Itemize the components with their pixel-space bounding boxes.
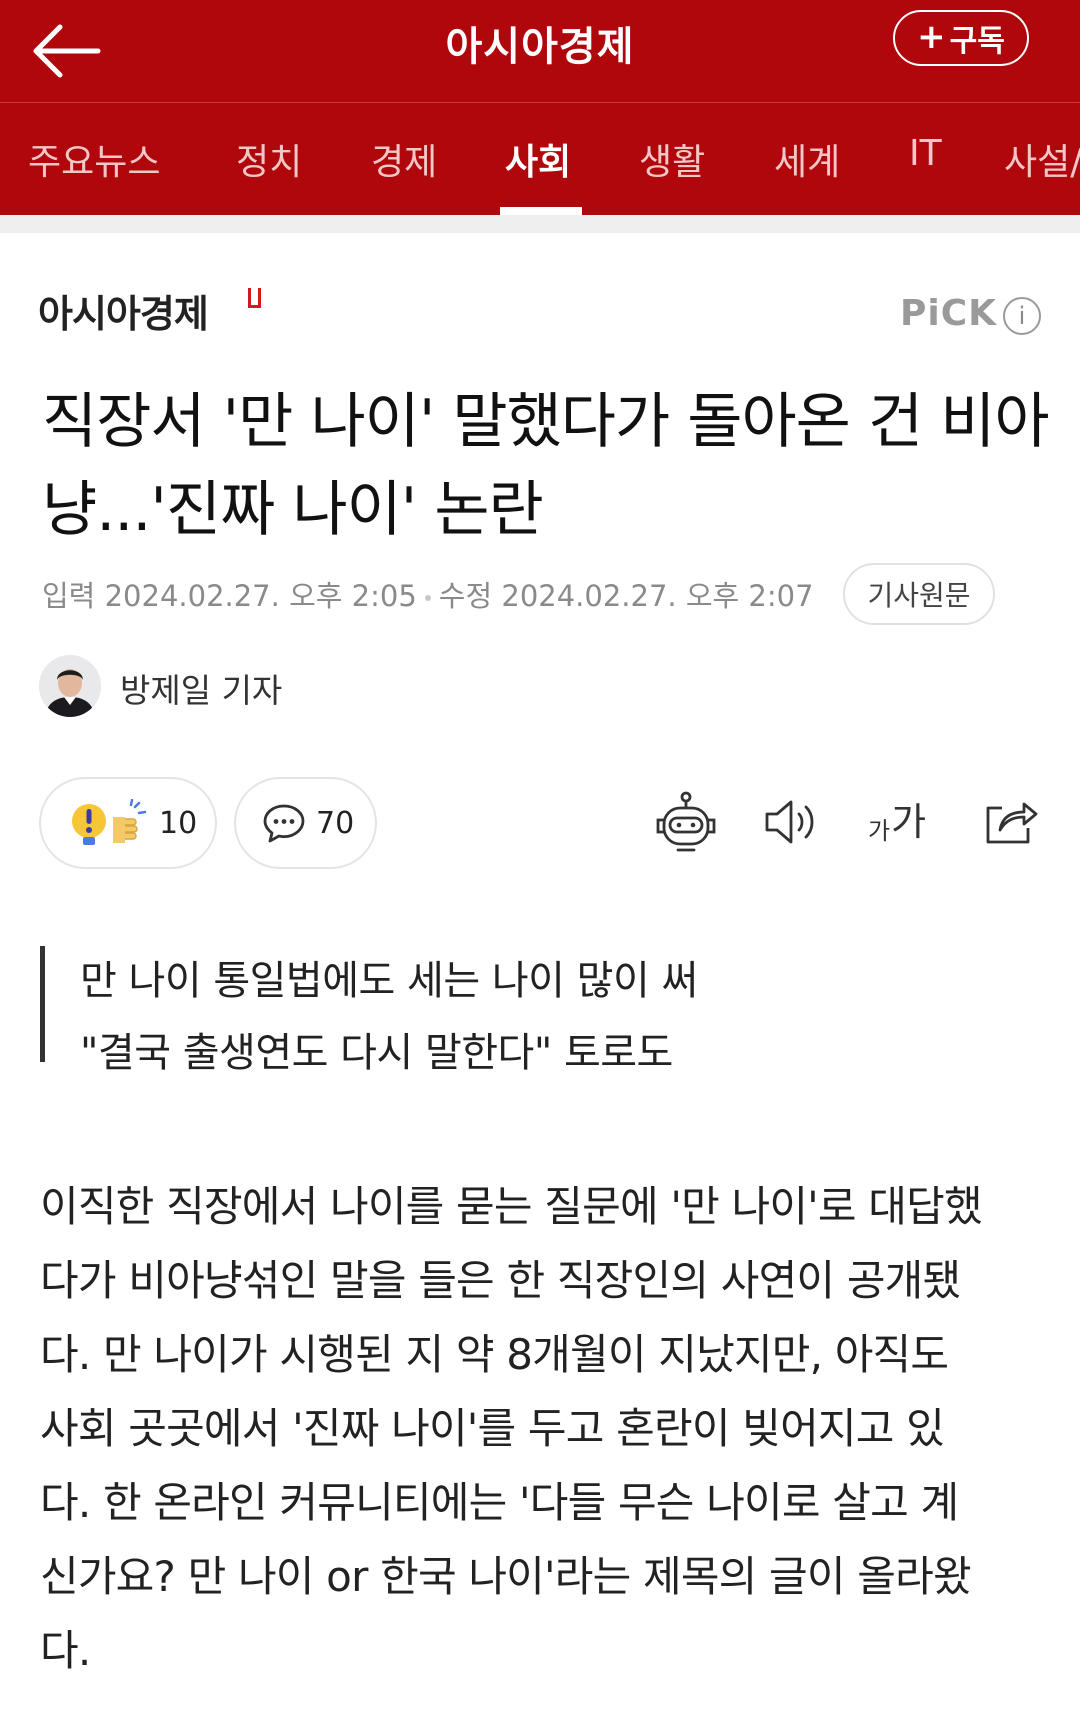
plus-icon: + (917, 16, 946, 57)
tab-world[interactable]: 세계 (774, 133, 840, 185)
top-bar: 아시아경제 + 구독 (0, 0, 1080, 103)
modified-time: 2024.02.27. 오후 2:07 (501, 579, 814, 613)
comment-button[interactable]: 70 (234, 777, 377, 869)
divider (0, 215, 1080, 233)
speaker-icon (765, 800, 814, 844)
font-size-button[interactable]: 가 가 (868, 790, 932, 854)
tab-editorial[interactable]: 사설/ (1004, 133, 1080, 185)
body-line-2: 다가 비아냥섞인 말을 들은 한 직장인의 사연이 공개됐 (40, 1256, 961, 1305)
text-to-speech-button[interactable] (759, 790, 823, 854)
tab-it[interactable]: IT (909, 133, 942, 174)
subscribe-label: 구독 (949, 24, 1005, 59)
input-label: 입력 (42, 579, 96, 613)
tab-politics[interactable]: 정치 (236, 133, 302, 185)
press-logo-mark (248, 288, 261, 308)
article-headline: 직장서 '만 나이' 말했다가 돌아온 건 비아냥...'진짜 나이' 논란 (42, 387, 1050, 545)
share-button[interactable] (978, 790, 1042, 854)
reporter-name[interactable]: 방제일 기자 (120, 664, 282, 712)
speech-bubble-icon (263, 804, 305, 843)
body-line-7: 다. (40, 1626, 91, 1675)
comment-count: 70 (316, 805, 355, 841)
tab-economy[interactable]: 경제 (371, 133, 437, 185)
tab-society[interactable]: 사회 (505, 133, 571, 185)
pick-badge: PiCK (900, 293, 998, 334)
summary-line-1: 만 나이 통일법에도 세는 나이 많이 써 (80, 958, 698, 1004)
subscribe-button[interactable]: + 구독 (893, 10, 1029, 66)
separator-dot (424, 595, 431, 601)
font-size-large-label: 가 (891, 800, 927, 844)
original-article-button[interactable]: 기사원문 (843, 563, 995, 625)
active-tab-indicator (500, 207, 582, 215)
body-line-4: 사회 곳곳에서 '진짜 나이'를 두고 혼란이 빚어지고 있 (40, 1404, 945, 1453)
robot-icon (656, 791, 716, 852)
tab-living[interactable]: 생활 (639, 133, 705, 185)
share-icon (986, 802, 1038, 844)
article-meta: 입력 2024.02.27. 오후 2:05 수정 2024.02.27. 오후 … (42, 573, 814, 615)
reaction-count: 10 (159, 805, 198, 841)
category-nav: 주요뉴스 정치 경제 사회 생활 세계 IT 사설/ (0, 103, 1080, 215)
body-line-3: 다. 만 나이가 시행된 지 약 8개월이 지났지만, 아직도 (40, 1330, 949, 1379)
font-size-icon: 가 가 (868, 791, 926, 846)
body-line-1: 이직한 직장에서 나이를 묻는 질문에 '만 나이'로 대답했 (40, 1182, 983, 1231)
body-line-5: 다. 한 온라인 커뮤니티에는 '다들 무슨 나이로 살고 계 (40, 1478, 959, 1527)
reporter-avatar[interactable] (39, 655, 101, 717)
press-logo[interactable]: 아시아경제 (38, 283, 209, 338)
summary-line-2: "결국 출생연도 다시 말한다" 토로도 (80, 1030, 673, 1076)
avatar-image (39, 655, 101, 717)
input-time: 2024.02.27. 오후 2:05 (104, 579, 417, 613)
summary-robot-button[interactable] (654, 790, 718, 854)
tab-main-news[interactable]: 주요뉴스 (28, 133, 160, 185)
exclamation-thumbs-icon (72, 799, 147, 845)
info-icon[interactable]: i (1003, 297, 1041, 335)
summary-quote-bar (40, 946, 45, 1062)
modified-label: 수정 (438, 579, 493, 613)
font-size-small-label: 가 (868, 817, 891, 845)
body-line-6: 신가요? 만 나이 or 한국 나이'라는 제목의 글이 올라왔 (40, 1552, 972, 1601)
reaction-button[interactable]: 10 (39, 777, 217, 869)
